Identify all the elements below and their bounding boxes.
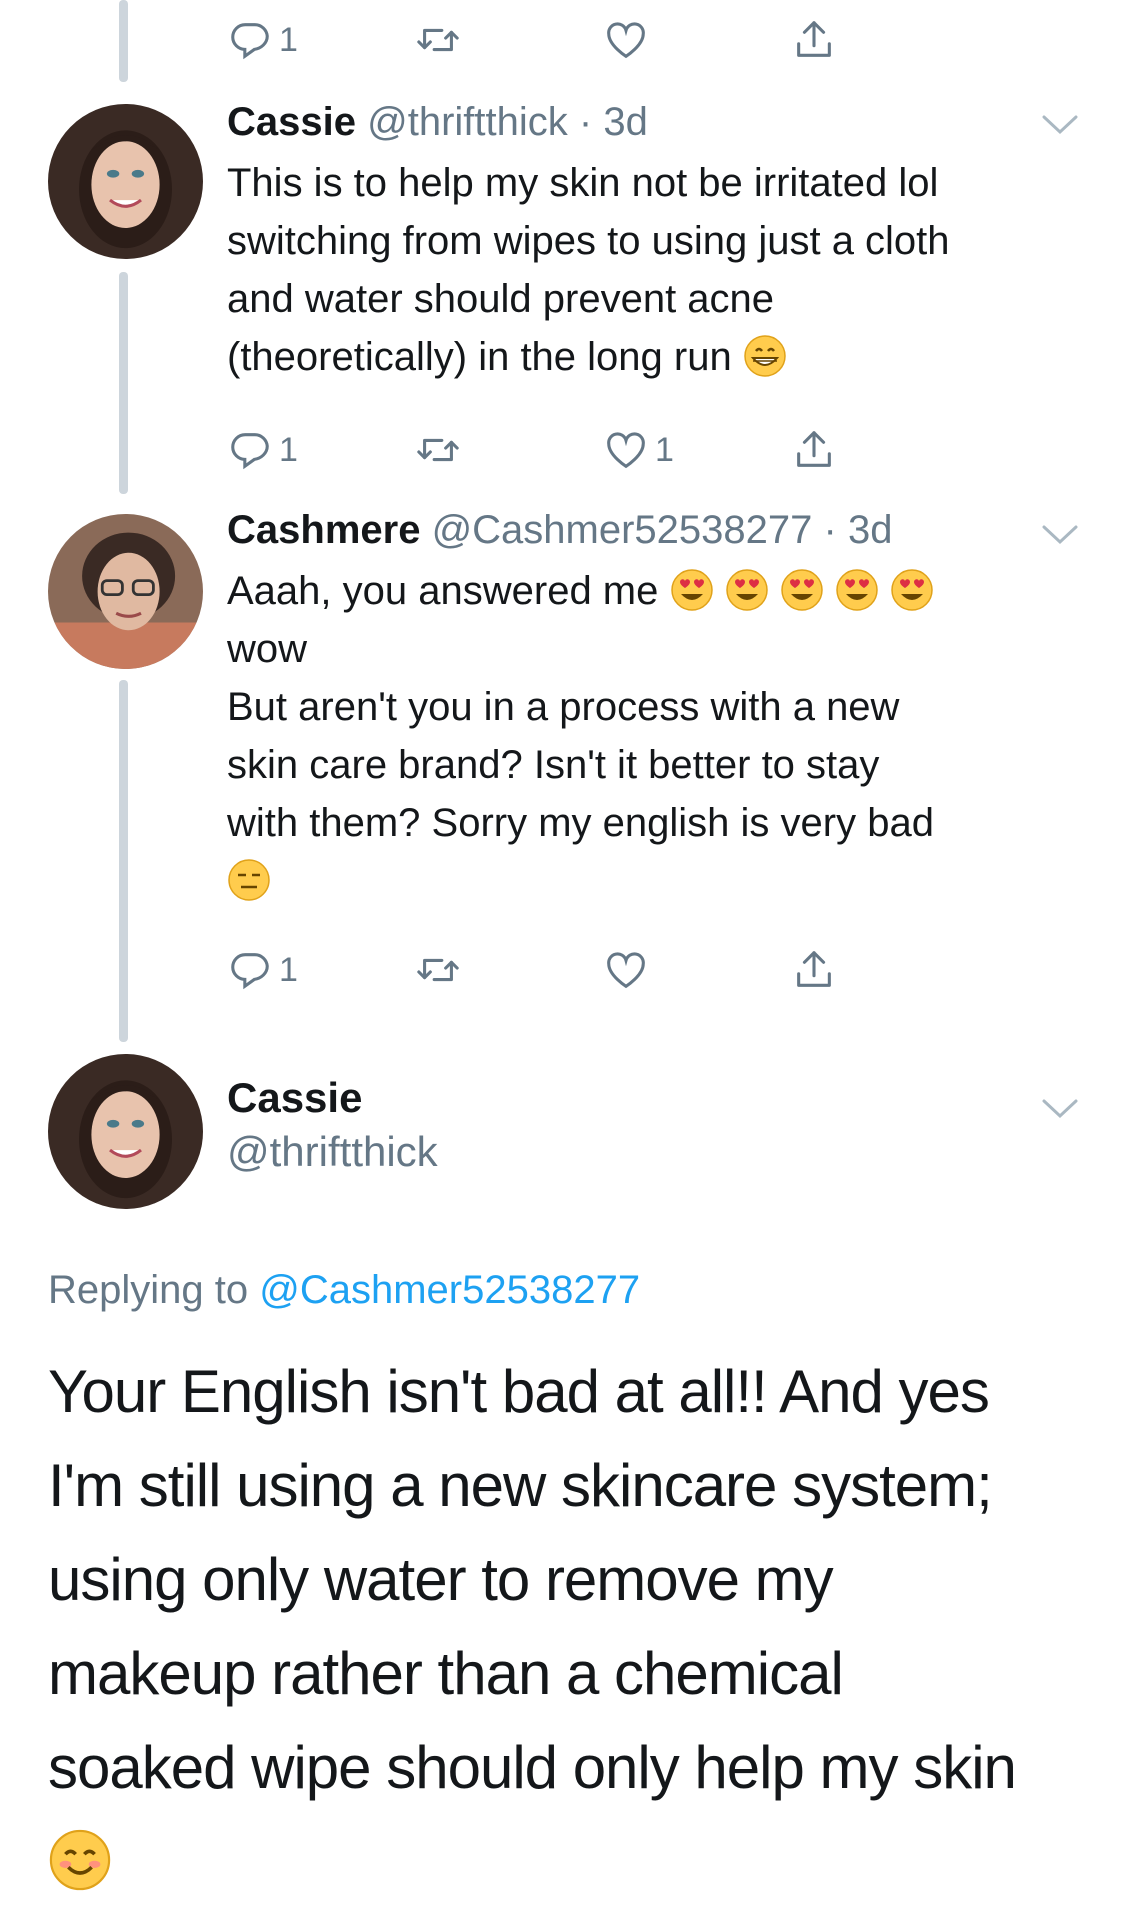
tweet-line: Your English isn't bad at all!! And yes xyxy=(48,1358,990,1425)
tweet-actions: 1 xyxy=(227,12,987,68)
share-icon xyxy=(791,427,837,473)
avatar-cassie-image xyxy=(48,104,203,259)
tweet-line-text: Aaah, you answered me xyxy=(227,569,659,613)
mention-link[interactable]: @Cashmer52538277 xyxy=(259,1268,640,1312)
share-button[interactable] xyxy=(791,942,837,998)
avatar-cassie-image xyxy=(48,1054,203,1209)
reply-button[interactable]: 1 xyxy=(227,12,298,68)
tweet-text: Aaah, you answered me wow But aren't you… xyxy=(227,562,1087,910)
tweet-time[interactable]: 3d xyxy=(603,100,648,144)
tweet-line: wow xyxy=(227,627,308,671)
heart-eyes-emoji xyxy=(670,568,714,612)
tweet-line: skin care brand? Isn't it better to stay xyxy=(227,743,880,787)
like-button[interactable] xyxy=(603,12,655,68)
author-handle[interactable]: @thriftthick xyxy=(227,1128,438,1176)
author-handle[interactable]: @thriftthick xyxy=(367,100,568,144)
tweet-line: with them? Sorry my english is very bad xyxy=(227,801,934,845)
retweet-button[interactable] xyxy=(415,942,461,998)
replying-to-label: Replying to xyxy=(48,1268,249,1312)
tweet-actions: 1 xyxy=(227,942,987,998)
chevron-down-icon[interactable] xyxy=(1040,522,1080,548)
chevron-down-icon[interactable] xyxy=(1040,112,1080,138)
share-button[interactable] xyxy=(791,422,837,478)
separator-dot: · xyxy=(823,508,837,552)
author-name[interactable]: Cashmere xyxy=(227,508,420,552)
thread-line xyxy=(119,0,128,82)
tweet-line: (theoretically) in the long run xyxy=(227,328,1087,386)
avatar[interactable] xyxy=(48,1054,203,1209)
author-handle[interactable]: @Cashmer52538277 xyxy=(432,508,813,552)
share-button[interactable] xyxy=(791,12,837,68)
replying-to: Replying to @Cashmer52538277 xyxy=(48,1268,640,1313)
reply-count: 1 xyxy=(279,950,298,989)
reply-count: 1 xyxy=(279,20,298,59)
chevron-down-icon[interactable] xyxy=(1040,1096,1080,1122)
avatar[interactable] xyxy=(48,514,203,669)
separator-dot: · xyxy=(578,100,593,144)
tweet-line: I'm still using a new skincare system; xyxy=(48,1452,993,1519)
expressionless-face-emoji xyxy=(227,858,271,902)
heart-icon xyxy=(603,17,649,63)
heart-icon xyxy=(603,427,649,473)
avatar[interactable] xyxy=(48,104,203,259)
reply-icon xyxy=(227,427,273,473)
tweet-line xyxy=(227,852,1087,910)
retweet-icon xyxy=(415,17,461,63)
heart-eyes-emoji xyxy=(780,568,824,612)
retweet-icon xyxy=(415,947,461,993)
avatar-cashmere-image xyxy=(48,514,203,669)
thread-line xyxy=(119,680,128,1042)
share-icon xyxy=(791,947,837,993)
retweet-button[interactable] xyxy=(415,12,461,68)
tweet-line: and water should prevent acne xyxy=(227,277,775,321)
tweet-line: soaked wipe should only help my skin xyxy=(48,1734,1017,1801)
retweet-button[interactable] xyxy=(415,422,461,478)
like-button[interactable] xyxy=(603,942,655,998)
tweet-line-text: (theoretically) in the long run xyxy=(227,335,732,379)
tweet-text: This is to help my skin not be irritated… xyxy=(227,154,1087,386)
tweet-line: makeup rather than a chemical xyxy=(48,1640,844,1707)
tweet-line: switching from wipes to using just a clo… xyxy=(227,219,950,263)
main-tweet-text: Your English isn't bad at all!! And yes … xyxy=(48,1345,1088,1909)
tweet-header: Cashmere @Cashmer52538277 · 3d xyxy=(227,506,892,554)
heart-eyes-emoji xyxy=(725,568,769,612)
smiling-face-emoji xyxy=(48,1828,112,1892)
tweet-time[interactable]: 3d xyxy=(848,508,893,552)
like-button[interactable]: 1 xyxy=(603,422,674,478)
thread-line xyxy=(119,272,128,494)
tweet-line xyxy=(48,1815,1088,1909)
reply-icon xyxy=(227,17,273,63)
tweet-line: Aaah, you answered me xyxy=(227,562,1087,620)
tweet-line: This is to help my skin not be irritated… xyxy=(227,161,939,205)
reply-icon xyxy=(227,947,273,993)
tweet-line: But aren't you in a process with a new xyxy=(227,685,900,729)
heart-eyes-emoji xyxy=(835,568,879,612)
heart-icon xyxy=(603,947,649,993)
tweet-actions: 1 1 xyxy=(227,422,987,478)
reply-count: 1 xyxy=(279,430,298,469)
reply-button[interactable]: 1 xyxy=(227,422,298,478)
reply-button[interactable]: 1 xyxy=(227,942,298,998)
share-icon xyxy=(791,17,837,63)
heart-eyes-emoji xyxy=(890,568,934,612)
tweet-header: Cassie @thriftthick · 3d xyxy=(227,98,648,146)
retweet-icon xyxy=(415,427,461,473)
grinning-face-emoji xyxy=(743,334,787,378)
author-name[interactable]: Cassie xyxy=(227,1074,362,1122)
tweet-line: using only water to remove my xyxy=(48,1546,834,1613)
author-name[interactable]: Cassie xyxy=(227,100,356,144)
like-count: 1 xyxy=(655,430,674,469)
